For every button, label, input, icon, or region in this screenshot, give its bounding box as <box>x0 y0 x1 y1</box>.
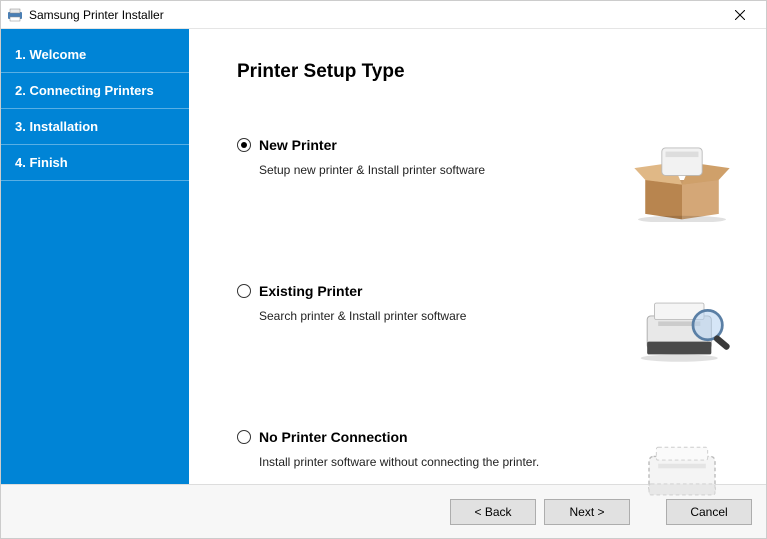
main-area: 1. Welcome 2. Connecting Printers 3. Ins… <box>1 29 766 484</box>
option-left: New Printer Setup new printer & Install … <box>237 135 622 177</box>
sidebar-item-label: 4. Finish <box>15 155 68 170</box>
titlebar-title: Samsung Printer Installer <box>29 8 720 22</box>
sidebar-item-label: 3. Installation <box>15 119 98 134</box>
option-desc: Install printer software without connect… <box>237 455 622 469</box>
titlebar: Samsung Printer Installer <box>1 1 766 29</box>
sidebar: 1. Welcome 2. Connecting Printers 3. Ins… <box>1 29 189 484</box>
option-radio-line: New Printer <box>237 137 622 153</box>
option-desc: Setup new printer & Install printer soft… <box>237 163 622 177</box>
no-printer-icon <box>622 427 742 517</box>
close-icon <box>735 10 745 20</box>
option-left: No Printer Connection Install printer so… <box>237 427 622 469</box>
option-title: New Printer <box>259 137 337 153</box>
existing-printer-icon <box>622 281 742 371</box>
option-radio-line: No Printer Connection <box>237 429 622 445</box>
page-title: Printer Setup Type <box>237 61 754 83</box>
app-icon <box>7 7 23 23</box>
option-title: Existing Printer <box>259 283 362 299</box>
close-button[interactable] <box>720 1 760 29</box>
option-radio-line: Existing Printer <box>237 283 622 299</box>
option-no-printer[interactable]: No Printer Connection Install printer so… <box>237 427 754 517</box>
radio-no-printer[interactable] <box>237 430 251 444</box>
sidebar-item-finish[interactable]: 4. Finish <box>1 145 189 181</box>
option-desc: Search printer & Install printer softwar… <box>237 309 622 323</box>
sidebar-item-welcome[interactable]: 1. Welcome <box>1 37 189 73</box>
radio-new-printer[interactable] <box>237 138 251 152</box>
option-existing-printer[interactable]: Existing Printer Search printer & Instal… <box>237 281 754 371</box>
option-new-printer[interactable]: New Printer Setup new printer & Install … <box>237 135 754 225</box>
option-left: Existing Printer Search printer & Instal… <box>237 281 622 323</box>
sidebar-item-installation[interactable]: 3. Installation <box>1 109 189 145</box>
sidebar-item-label: 1. Welcome <box>15 47 86 62</box>
new-printer-icon <box>622 135 742 225</box>
sidebar-item-connecting[interactable]: 2. Connecting Printers <box>1 73 189 109</box>
radio-existing-printer[interactable] <box>237 284 251 298</box>
content: Printer Setup Type New Printer Setup new… <box>189 29 766 484</box>
sidebar-item-label: 2. Connecting Printers <box>15 83 154 98</box>
option-title: No Printer Connection <box>259 429 408 445</box>
